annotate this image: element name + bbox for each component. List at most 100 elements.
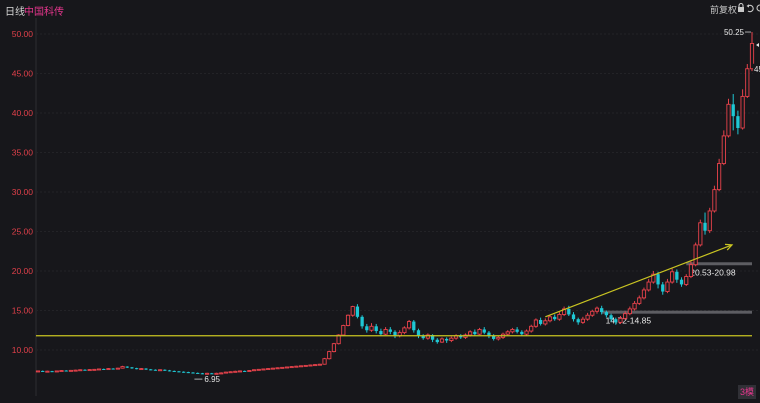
candle-body: [172, 370, 176, 372]
y-tick-label: 25.00: [12, 227, 34, 237]
candle-body: [402, 327, 407, 334]
candle-body: [120, 366, 125, 369]
candle-body: [365, 326, 369, 331]
candle-body: [331, 343, 337, 353]
candle-body: [313, 364, 318, 367]
candle-body: [256, 368, 261, 371]
candle-body: [435, 339, 439, 343]
candle-body: [698, 222, 703, 246]
candle-body: [553, 316, 557, 320]
candle-body: [529, 325, 534, 332]
candle-body: [261, 368, 266, 371]
candle-body: [731, 104, 735, 117]
candle-body: [627, 308, 632, 315]
candle-body: [115, 367, 120, 370]
candle-body: [520, 331, 524, 335]
candle-body: [303, 364, 308, 367]
candle-body: [670, 271, 675, 283]
candle-body: [350, 306, 355, 316]
candle-body: [96, 368, 102, 371]
candle-body: [614, 319, 618, 323]
trendline: [545, 244, 733, 318]
candlestick-chart[interactable]: 10.00 15.00 20.00 25.00 30.00 35.00 40.00 45.00…: [0, 0, 760, 403]
candle-body: [641, 289, 647, 299]
candle-body: [360, 316, 364, 327]
candle-body: [45, 370, 50, 373]
candle-body: [158, 369, 163, 372]
candle-body: [83, 369, 87, 371]
candle-body: [618, 317, 623, 323]
candle-body: [449, 337, 454, 341]
candle-body: [270, 367, 275, 370]
candle-body: [473, 331, 477, 335]
candle-body: [125, 366, 129, 368]
candle-body: [609, 315, 613, 320]
candle-body: [468, 331, 473, 336]
candle-body: [233, 370, 238, 373]
candle-body: [543, 320, 548, 325]
candle-body: [515, 329, 519, 332]
candle-body: [585, 314, 590, 320]
candle-body: [688, 264, 694, 277]
candle-body: [383, 329, 388, 335]
candle-body: [707, 210, 712, 232]
candle-body: [533, 319, 539, 327]
candle-body: [92, 368, 97, 371]
candle-body: [505, 331, 510, 335]
low-price-label: 6.95: [204, 375, 220, 384]
y-tick-label: 35.00: [12, 148, 34, 158]
candle-body: [144, 368, 148, 370]
candle-body: [477, 329, 482, 335]
candle-body: [632, 302, 637, 310]
candle-body: [416, 330, 421, 336]
candle-body: [223, 371, 228, 374]
candle-body: [571, 314, 576, 320]
candle-body: [298, 365, 304, 368]
candle-body: [284, 366, 290, 369]
candle-body: [510, 329, 515, 333]
candle-body: [590, 310, 595, 316]
candle-body: [167, 370, 172, 372]
current-price-arrow: [756, 43, 759, 48]
candle-body: [567, 308, 571, 315]
candle-body: [623, 313, 628, 319]
candle-body: [656, 274, 660, 285]
candle-body: [64, 370, 68, 372]
candle-body: [594, 307, 600, 312]
candle-body: [646, 281, 651, 291]
candle-body: [412, 321, 416, 331]
candle-body: [740, 95, 745, 129]
candle-body: [308, 364, 313, 367]
candle-body: [59, 370, 64, 372]
candle-body: [243, 370, 247, 372]
candle-body: [703, 222, 707, 231]
grid-lines: [35, 18, 758, 396]
candle-body: [717, 163, 722, 191]
candle-body: [139, 368, 144, 371]
candle-body: [482, 329, 486, 333]
candle-body: [237, 370, 243, 373]
candle-body: [322, 358, 327, 365]
candle-body: [130, 367, 134, 369]
candle-body: [379, 331, 383, 335]
candle-body: [496, 336, 501, 340]
candle-body: [73, 369, 78, 372]
candle-body: [294, 365, 299, 368]
candle-body: [228, 371, 233, 374]
candle-body: [50, 371, 54, 373]
candle-body: [524, 330, 529, 335]
candle-body: [675, 271, 679, 280]
candle-body: [68, 369, 73, 372]
candle-body: [78, 369, 83, 372]
candle-body: [721, 135, 726, 165]
candle-body: [637, 297, 642, 304]
candle-body: [557, 314, 562, 320]
y-tick-label: 15.00: [12, 306, 34, 316]
candle-body: [35, 370, 41, 373]
candle-body: [600, 308, 604, 313]
candle-body: [665, 281, 670, 292]
candle-body: [345, 314, 351, 326]
candle-body: [406, 321, 412, 329]
mode-badge[interactable]: 3模: [738, 385, 756, 399]
candle-body: [576, 319, 580, 323]
